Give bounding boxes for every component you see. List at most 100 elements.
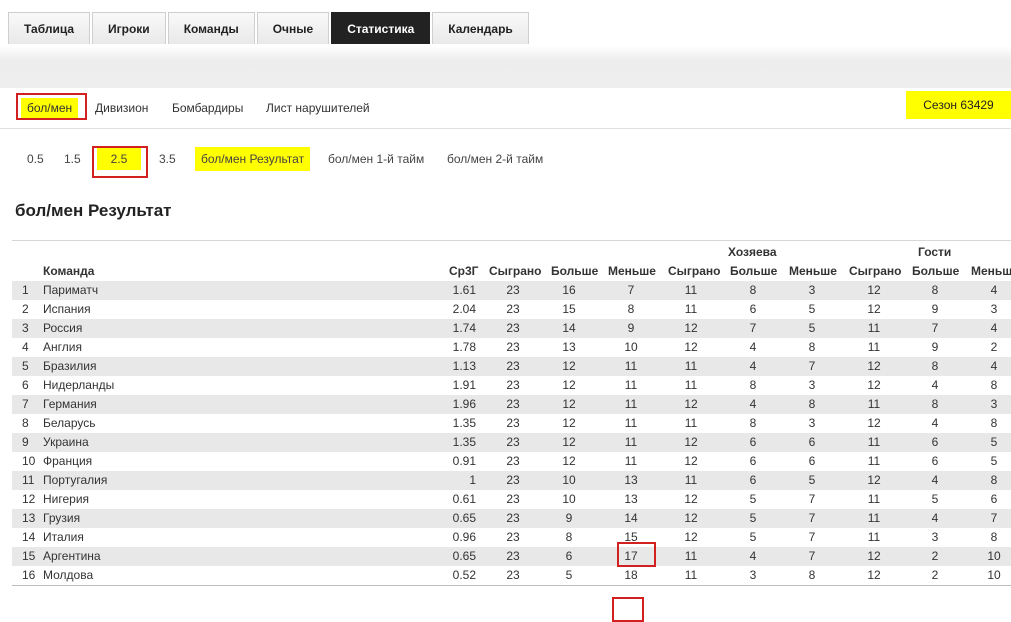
cell-played: 23 — [506, 511, 520, 525]
cell-avg-goals: 0.65 — [452, 511, 476, 525]
cell-under: 8 — [627, 302, 635, 316]
cell-away-under: 8 — [990, 378, 998, 392]
cell-home-played: 11 — [684, 549, 698, 563]
subnav-scorers[interactable]: Бомбардиры — [172, 98, 243, 118]
col-over: Больше — [551, 264, 599, 278]
cell-away-under: 6 — [990, 492, 998, 506]
cell-under: 11 — [624, 454, 638, 468]
cell-avg-goals: 0.91 — [452, 454, 476, 468]
cell-played: 23 — [506, 397, 520, 411]
cell-team[interactable]: Беларусь — [43, 414, 243, 433]
cell-played: 23 — [506, 435, 520, 449]
cell-over: 13 — [562, 340, 576, 354]
tab-head-to-head[interactable]: Очные — [256, 12, 330, 44]
cell-away-over: 7 — [931, 321, 939, 335]
cell-team[interactable]: Германия — [43, 395, 243, 414]
cell-home-over: 4 — [749, 549, 757, 563]
cell-over: 14 — [562, 321, 576, 335]
tab-statistics[interactable]: Статистика — [331, 12, 431, 44]
cell-away-played: 11 — [867, 321, 881, 335]
cell-home-over: 8 — [749, 283, 757, 297]
col-away-over: Больше — [912, 264, 960, 278]
tab-second-half[interactable]: бол/мен 2-й тайм — [447, 149, 543, 169]
cell-home-over: 4 — [749, 397, 757, 411]
cell-home-over: 5 — [749, 492, 757, 506]
cell-team[interactable]: Нигерия — [43, 490, 243, 509]
cell-played: 23 — [506, 378, 520, 392]
cell-away-under: 4 — [990, 283, 998, 297]
cell-away-played: 11 — [867, 454, 881, 468]
cell-avg-goals: 1.35 — [452, 416, 476, 430]
table-row: 9 Украина 1.35 23 12 11 12 6 6 11 6 5 — [12, 433, 1011, 452]
cell-rank: 16 — [22, 568, 36, 582]
subnav-offenders[interactable]: Лист нарушителей — [266, 98, 370, 118]
tab-first-half[interactable]: бол/мен 1-й тайм — [328, 149, 424, 169]
cell-played: 23 — [506, 359, 520, 373]
cell-team[interactable]: Италия — [43, 528, 243, 547]
cell-home-over: 6 — [749, 302, 757, 316]
cell-under: 13 — [624, 492, 638, 506]
tab-teams[interactable]: Команды — [167, 12, 255, 44]
cell-team[interactable]: Грузия — [43, 509, 243, 528]
cell-team[interactable]: Англия — [43, 338, 243, 357]
cell-away-over: 8 — [931, 397, 939, 411]
table-row: 15 Аргентина 0.65 23 6 17 11 4 7 12 2 10 — [12, 547, 1011, 566]
cell-under: 11 — [624, 435, 638, 449]
cell-home-under: 6 — [808, 454, 816, 468]
cell-home-under: 7 — [808, 549, 816, 563]
cell-home-played: 11 — [684, 359, 698, 373]
cell-avg-goals: 1.96 — [452, 397, 476, 411]
highlight-box-over-under — [16, 93, 87, 120]
cell-team[interactable]: Париматч — [43, 281, 243, 300]
tab-result[interactable]: бол/мен Результат — [195, 147, 311, 171]
cell-away-under: 3 — [990, 397, 998, 411]
cell-team[interactable]: Испания — [43, 300, 243, 319]
cell-home-over: 8 — [749, 416, 757, 430]
cell-avg-goals: 0.65 — [452, 549, 476, 563]
cell-home-under: 8 — [808, 397, 816, 411]
cell-under: 9 — [627, 321, 635, 335]
line-selector: 0.5 1.5 2.5 3.5 бол/мен Результат бол/ме… — [0, 140, 1011, 178]
line-1-5[interactable]: 1.5 — [64, 149, 81, 169]
cell-over: 12 — [562, 454, 576, 468]
table-row: 16 Молдова 0.52 23 5 18 11 3 8 12 2 10 — [12, 566, 1011, 585]
cell-home-over: 5 — [749, 530, 757, 544]
cell-team[interactable]: Россия — [43, 319, 243, 338]
cell-home-under: 7 — [808, 511, 816, 525]
line-3-5[interactable]: 3.5 — [159, 149, 176, 169]
cell-home-played: 11 — [684, 302, 698, 316]
cell-team[interactable]: Португалия — [43, 471, 243, 490]
tab-table[interactable]: Таблица — [8, 12, 91, 44]
cell-team[interactable]: Франция — [43, 452, 243, 471]
cell-away-under: 4 — [990, 359, 998, 373]
table-row: 12 Нигерия 0.61 23 10 13 12 5 7 11 5 6 — [12, 490, 1011, 509]
cell-team[interactable]: Аргентина — [43, 547, 243, 566]
cell-away-over: 9 — [931, 302, 939, 316]
col-under: Меньше — [608, 264, 656, 278]
cell-away-played: 12 — [867, 283, 881, 297]
cell-team[interactable]: Украина — [43, 433, 243, 452]
cell-over: 12 — [562, 435, 576, 449]
cell-rank: 14 — [22, 530, 36, 544]
col-played: Сыграно — [489, 264, 542, 278]
cell-home-under: 7 — [808, 492, 816, 506]
tab-players[interactable]: Игроки — [92, 12, 166, 44]
season-label: Сезон 63429 — [906, 91, 1011, 119]
tab-calendar[interactable]: Календарь — [432, 12, 529, 44]
subnav-division[interactable]: Дивизион — [95, 98, 148, 118]
cell-under: 18 — [624, 568, 638, 582]
cell-played: 23 — [506, 416, 520, 430]
cell-away-played: 12 — [867, 473, 881, 487]
cell-rank: 7 — [22, 397, 29, 411]
line-0-5[interactable]: 0.5 — [27, 149, 44, 169]
cell-team[interactable]: Молдова — [43, 566, 243, 585]
cell-avg-goals: 0.61 — [452, 492, 476, 506]
cell-away-played: 12 — [867, 549, 881, 563]
content-panel: бол/мен Дивизион Бомбардиры Лист нарушит… — [0, 88, 1011, 622]
cell-rank: 13 — [22, 511, 36, 525]
cell-away-under: 10 — [987, 568, 1001, 582]
cell-team[interactable]: Бразилия — [43, 357, 243, 376]
cell-home-over: 3 — [749, 568, 757, 582]
cell-home-over: 6 — [749, 473, 757, 487]
cell-team[interactable]: Нидерланды — [43, 376, 243, 395]
